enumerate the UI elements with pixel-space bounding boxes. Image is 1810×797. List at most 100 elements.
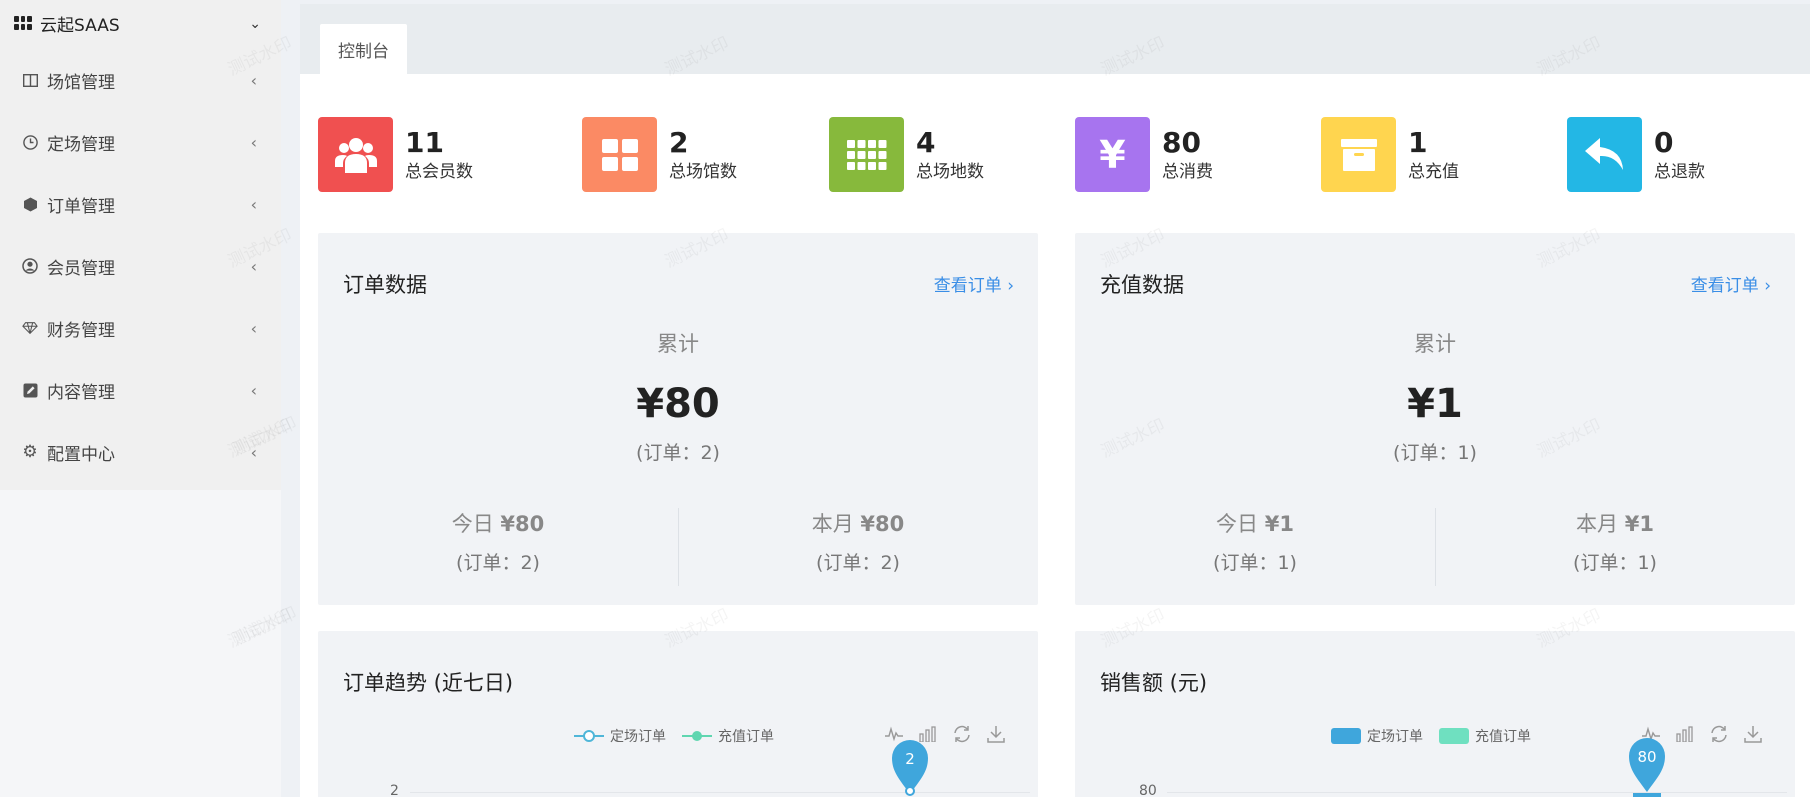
stat-value: 1 [1408,125,1428,159]
stat-label: 总会员数 [405,161,473,182]
hexagon-icon [22,196,38,212]
sales-bar [1633,793,1661,797]
total-value: ¥1 [1407,381,1463,427]
order-data-card: 订单数据 查看订单 › 累计 ¥80 (订单：2) 今日 ¥80 (订单：2) … [318,233,1038,605]
y-axis-tick: 80 [1139,783,1157,797]
max-value-marker [1629,738,1665,792]
apps-grid-icon [14,16,32,30]
chevron-left-icon: ‹ [250,380,257,400]
tab-bar: 控制台 [300,4,1810,74]
user-circle-icon [22,258,38,274]
total-label: 累计 [657,332,699,356]
total-value: ¥80 [636,381,720,427]
sidebar: 云起SAAS ⌄ 场馆管理 ‹ 定场管理 ‹ 订单管理 ‹ 会员管理 ‹ 财务管… [0,0,281,797]
grid-2x2-icon [582,117,657,192]
y-axis-tick: 2 [390,783,399,797]
sidebar-item-label: 会员管理 [47,258,115,279]
archive-icon [1321,117,1396,192]
sidebar-item-content[interactable]: 内容管理 ‹ [0,359,281,421]
diamond-icon [22,320,38,336]
stat-value: 2 [669,125,689,159]
sidebar-item-members[interactable]: 会员管理 ‹ [0,235,281,297]
view-recharge-orders-link[interactable]: 查看订单 › [1691,271,1771,296]
total-label: 累计 [1414,332,1456,356]
sidebar-item-label: 定场管理 [47,134,115,155]
stat-refund: 0 总退款 [1567,117,1705,192]
stat-value: 80 [1162,125,1201,159]
stat-value: 0 [1654,125,1674,159]
grid-line [410,792,1030,793]
stat-label: 总场馆数 [669,161,737,182]
refresh-icon[interactable] [951,723,973,745]
legend-swatch-icon [1331,728,1361,744]
card-title: 订单数据 [343,273,427,297]
sidebar-item-orders[interactable]: 订单管理 ‹ [0,173,281,235]
chart-legend: 定场订单 充值订单 [574,726,790,746]
grid-line [1167,792,1787,793]
total-count: (订单：2) [636,442,720,464]
stat-venues: 2 总场馆数 [582,117,737,192]
legend-item-recharge[interactable]: 充值订单 [682,726,774,746]
chevron-left-icon: ‹ [250,70,257,90]
stat-courts: 4 总场地数 [829,117,984,192]
gear-icon: ⚙ [22,442,38,462]
chevron-down-icon: ⌄ [249,16,261,32]
chevron-left-icon: ‹ [250,194,257,214]
stat-label: 总消费 [1162,161,1213,182]
download-icon[interactable] [985,723,1007,745]
bar-chart-icon[interactable] [1674,723,1696,745]
legend-line-dot-icon [682,731,712,741]
legend-item-recharge[interactable]: 充值订单 [1439,726,1531,746]
columns-icon [22,72,38,88]
stat-value: 4 [916,125,936,159]
legend-item-booking[interactable]: 定场订单 [574,726,666,746]
chevron-left-icon: ‹ [250,318,257,338]
sidebar-item-label: 场馆管理 [47,72,115,93]
recharge-data-card: 充值数据 查看订单 › 累计 ¥1 (订单：1) 今日 ¥1 (订单：1) 本月… [1075,233,1795,605]
yen-icon: ¥ [1075,117,1150,192]
month-summary: 本月 ¥1 (订单：1) [1573,512,1657,574]
grid-3x3-icon [829,117,904,192]
sidebar-item-finance[interactable]: 财务管理 ‹ [0,297,281,359]
stat-label: 总退款 [1654,161,1705,182]
sidebar-item-label: 内容管理 [47,382,115,403]
stat-label: 总场地数 [916,161,984,182]
card-title: 充值数据 [1100,273,1184,297]
reply-icon [1567,117,1642,192]
stat-label: 总充值 [1408,161,1459,182]
max-value-label: 2 [905,750,915,768]
chevron-left-icon: ‹ [250,442,257,462]
chart-title: 订单趋势 (近七日) [343,671,514,695]
sidebar-item-label: 配置中心 [47,444,115,465]
chevron-left-icon: ‹ [250,256,257,276]
stat-members: 11 总会员数 [318,117,473,192]
brand-switcher[interactable]: 云起SAAS ⌄ [14,8,269,38]
chart-title: 销售额 (元) [1100,671,1208,695]
legend-item-booking[interactable]: 定场订单 [1331,726,1423,746]
clock-icon [22,134,38,150]
tab-dashboard[interactable]: 控制台 [320,24,407,74]
sidebar-item-label: 订单管理 [47,196,115,217]
download-icon[interactable] [1742,723,1764,745]
stat-value: 11 [405,125,444,159]
stat-recharge: 1 总充值 [1321,117,1459,192]
refresh-icon[interactable] [1708,723,1730,745]
view-orders-link[interactable]: 查看订单 › [934,271,1014,296]
legend-swatch-icon [1439,728,1469,744]
order-trend-card: 订单趋势 (近七日) 定场订单 充值订单 2 2 [318,631,1038,797]
brand-name: 云起SAAS [40,15,120,36]
today-summary: 今日 ¥80 (订单：2) [451,512,545,574]
main-content: 控制台 11 总会员数 2 总场馆数 4 总场地数 ¥ 80 总消费 1 总充值… [225,4,1810,797]
sidebar-item-booking[interactable]: 定场管理 ‹ [0,111,281,173]
sidebar-item-label: 财务管理 [47,320,115,341]
today-summary: 今日 ¥1 (订单：1) [1213,512,1297,574]
users-icon [318,117,393,192]
sales-chart-card: 销售额 (元) 定场订单 充值订单 80 80 [1075,631,1795,797]
chart-legend: 定场订单 充值订单 [1331,726,1547,746]
max-value-label: 80 [1637,748,1657,766]
sidebar-item-venue[interactable]: 场馆管理 ‹ [0,49,281,111]
sidebar-empty-area [0,490,281,797]
total-count: (订单：1) [1393,442,1477,464]
sidebar-item-config[interactable]: ⚙ 配置中心 ‹ [0,421,281,483]
legend-line-circle-icon [574,730,604,742]
